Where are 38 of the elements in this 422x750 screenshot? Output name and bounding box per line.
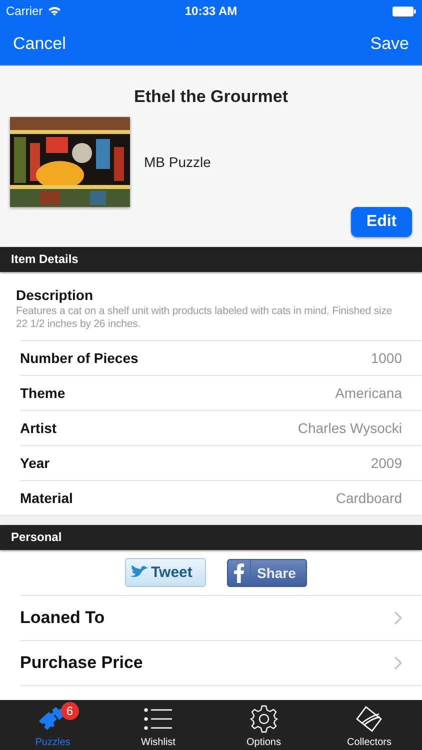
list-item[interactable]: Loaned To — [20, 608, 105, 628]
field-label: Year — [20, 455, 50, 471]
battery-icon — [392, 6, 416, 16]
save-button[interactable]: Save — [370, 34, 409, 54]
settings-icon — [250, 705, 278, 733]
tab[interactable]: Wishlist — [106, 700, 211, 750]
tab[interactable]: Options — [211, 700, 316, 750]
field-value: Cardboard — [336, 490, 402, 506]
tab[interactable]: 6 Puzzles — [0, 700, 106, 750]
tab[interactable]: Collectors — [316, 700, 422, 750]
tweet-button[interactable]: Tweet — [125, 558, 206, 587]
chevron-icon — [394, 611, 402, 625]
wifi-icon — [48, 6, 61, 16]
facebook-icon — [234, 562, 244, 582]
edit-button[interactable]: Edit — [351, 207, 412, 237]
field-label: Theme — [20, 385, 66, 401]
carrier-name: Carrier — [6, 4, 43, 18]
starred-list-icon — [143, 707, 174, 731]
field-value: 2009 — [370, 455, 402, 471]
section-header: Personal — [0, 525, 422, 550]
cancel-button[interactable]: Cancel — [13, 34, 66, 54]
chevron-icon — [394, 656, 402, 670]
count-badge: 6 — [60, 702, 79, 720]
tilted-card-icon — [356, 706, 382, 732]
brand-name: MB Puzzle — [144, 154, 211, 170]
field-label: Artist — [20, 420, 57, 436]
share-button[interactable]: Share — [227, 558, 307, 586]
description-text: Features a cat on a shelf unit with products labeled with cats in mind. Finished size 22 1/2 inches by 26 inches. — [16, 305, 394, 331]
list-item[interactable]: Purchase Price — [20, 653, 143, 673]
field-value: Charles Wysocki — [298, 420, 402, 436]
field-value: 1000 — [370, 350, 402, 366]
description-label: Description — [16, 287, 94, 303]
field-label: Material — [20, 490, 73, 506]
status-time: 10:33 AM — [184, 4, 238, 18]
field-label: Number of Pieces — [20, 350, 138, 366]
section-header: Item Details — [0, 247, 422, 272]
field-value: Americana — [335, 385, 402, 401]
item-title: Ethel the Grourmet — [133, 87, 289, 107]
